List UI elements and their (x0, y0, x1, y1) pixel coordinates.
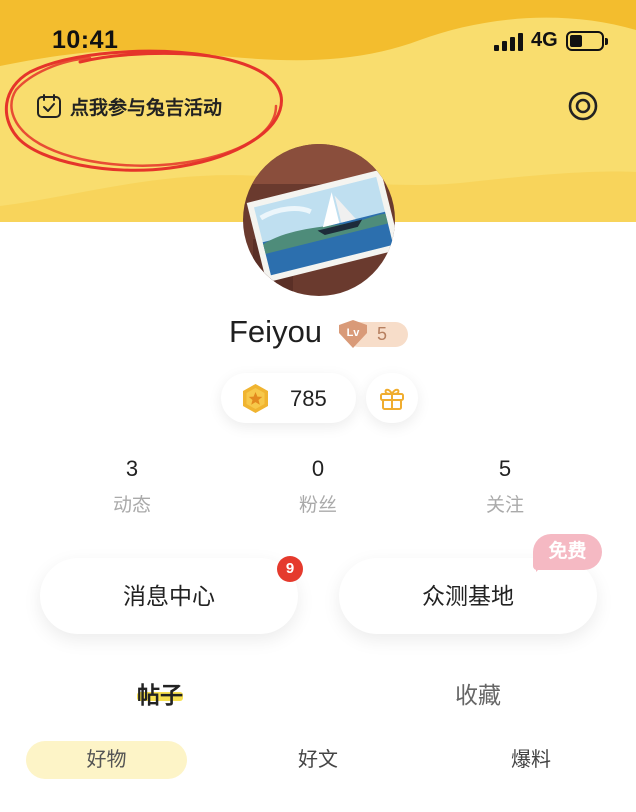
settings-icon[interactable] (567, 90, 599, 122)
star-coin-icon (243, 384, 268, 413)
subtab-articles[interactable]: 好文 (278, 741, 358, 779)
stat-value: 3 (125, 456, 139, 481)
message-center-label: 消息中心 (123, 583, 215, 609)
unread-badge: 9 (277, 556, 303, 582)
status-time: 10:41 (52, 26, 119, 54)
stat-label: 粉丝 (298, 495, 337, 516)
gift-icon (380, 388, 404, 410)
avatar-image (243, 144, 395, 296)
battery-icon (566, 31, 608, 51)
stat-label: 动态 (112, 495, 151, 516)
level-badge-icon: Lv (339, 320, 367, 348)
promo-text: 点我参与兔吉活动 (70, 97, 223, 119)
avatar[interactable] (243, 144, 395, 296)
free-tag: 免费 (533, 534, 602, 570)
level-label: Lv (347, 327, 361, 339)
coin-balance: 785 (290, 386, 327, 411)
network-type: 4G (531, 29, 558, 51)
tab-posts[interactable]: 帖子 (137, 676, 183, 710)
signal-icon (494, 33, 524, 51)
level-number: 5 (377, 324, 388, 344)
subtab-deals[interactable]: 爆料 (491, 741, 571, 779)
promo-link[interactable]: 点我参与兔吉活动 (36, 92, 222, 120)
stat-value: 0 (311, 456, 325, 481)
stat-followers[interactable]: 0 粉丝 (258, 456, 378, 517)
coins-pill[interactable]: 785 (221, 373, 356, 423)
stat-label: 关注 (485, 495, 524, 516)
level-badge[interactable]: Lv 5 (336, 319, 408, 349)
username: Feiyou (229, 314, 323, 349)
message-center-button[interactable]: 消息中心 (40, 558, 298, 634)
gift-button[interactable] (366, 373, 418, 423)
tab-favorites[interactable]: 收藏 (455, 676, 501, 710)
calendar-check-icon (37, 94, 61, 118)
status-bar: 10:41 4G (0, 0, 636, 80)
username-row: Feiyou Lv 5 (0, 314, 636, 354)
stat-value: 5 (498, 456, 512, 481)
stat-following[interactable]: 5 关注 (445, 456, 565, 517)
stat-posts[interactable]: 3 动态 (72, 456, 192, 517)
subtab-goods[interactable]: 好物 (26, 741, 187, 779)
